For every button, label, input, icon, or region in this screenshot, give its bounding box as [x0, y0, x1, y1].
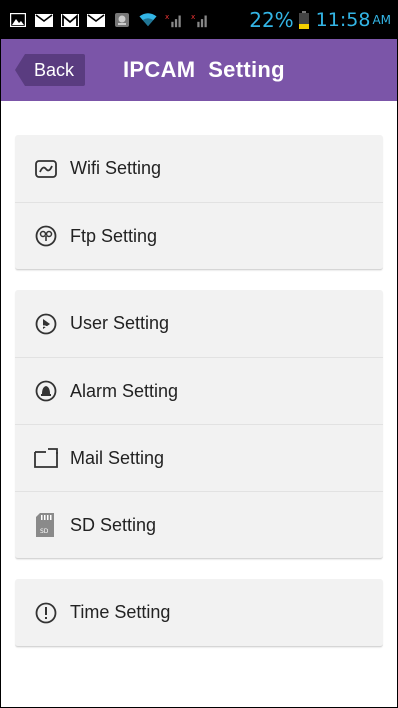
battery-percent: 22% [249, 8, 294, 32]
alarm-setting-icon [34, 379, 58, 403]
wifi-icon [139, 13, 157, 27]
mail-setting-item[interactable]: Mail Setting [15, 424, 383, 491]
clock-time: 11:58 [315, 9, 371, 31]
battery-icon [298, 11, 310, 29]
user-setting-item[interactable]: User Setting [15, 290, 383, 357]
app-window: x x 22% 11:58 AM Back IPCAM Setting Wifi… [0, 0, 398, 708]
alarm-setting-item[interactable]: Alarm Setting [15, 357, 383, 424]
status-right: 22% 11:58 AM [247, 8, 391, 32]
sd-setting-item[interactable]: SD SD Setting [15, 491, 383, 558]
wifi-setting-icon [34, 157, 58, 181]
user-setting-icon [34, 312, 58, 336]
time-setting-label: Time Setting [70, 602, 171, 622]
svg-text:x: x [165, 12, 170, 21]
svg-text:SD: SD [40, 528, 49, 535]
app-icon [113, 13, 131, 27]
ftp-setting-label: Ftp Setting [70, 225, 158, 246]
mail-icon [87, 13, 105, 27]
mail-setting-label: Mail Setting [70, 447, 165, 468]
sd-card-icon: SD [34, 513, 58, 537]
signal-icon: x [165, 12, 183, 28]
gmail-icon [61, 13, 79, 27]
settings-group-network: Wifi Setting Ftp Setting [15, 135, 383, 270]
status-bar: x x 22% 11:58 AM [1, 1, 397, 39]
picture-icon [9, 13, 27, 27]
signal-icon: x [191, 12, 209, 28]
back-button[interactable]: Back [15, 54, 85, 86]
mail-icon [35, 13, 53, 27]
wifi-setting-label: Wifi Setting [70, 158, 162, 178]
sd-setting-label: SD Setting [70, 514, 157, 535]
title-bar: Back IPCAM Setting [1, 39, 397, 101]
time-setting-icon [34, 601, 58, 625]
settings-group-time: Time Setting [15, 579, 383, 647]
settings-group-account: User Setting Alarm Setting Mail Setting … [15, 290, 383, 559]
page-title: IPCAM Setting [123, 57, 285, 82]
svg-text:x: x [191, 12, 196, 21]
ftp-setting-item[interactable]: Ftp Setting [15, 202, 383, 269]
mail-setting-icon [34, 446, 58, 470]
settings-list: Wifi Setting Ftp Setting User Setting Al… [1, 101, 397, 647]
back-label: Back [33, 59, 75, 80]
alarm-setting-label: Alarm Setting [70, 380, 179, 401]
wifi-setting-item[interactable]: Wifi Setting [15, 135, 383, 202]
user-setting-label: User Setting [70, 313, 170, 333]
ftp-setting-icon [34, 224, 58, 248]
clock-ampm: AM [372, 13, 391, 27]
time-setting-item[interactable]: Time Setting [15, 579, 383, 646]
